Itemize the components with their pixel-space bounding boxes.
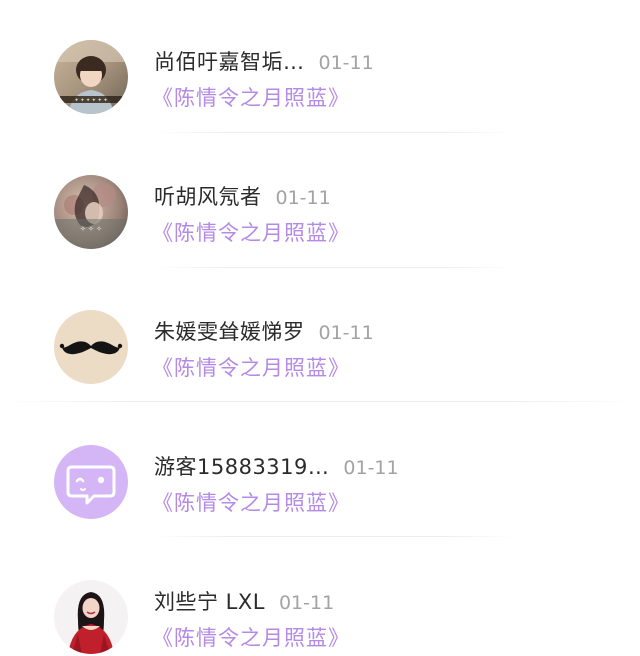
list-item[interactable]: 朱媛雯耸媛悌罗 01-11 《陈情令之月照蓝》 [0, 270, 640, 405]
red-dress-avatar-icon[interactable] [54, 580, 128, 654]
divider [154, 267, 514, 268]
girl-photo-avatar-icon[interactable]: ✦ ✦ ✦ ✦ ✦ ✦ [54, 40, 128, 114]
svg-text:✦ ✦ ✦ ✦ ✦ ✦: ✦ ✦ ✦ ✦ ✦ ✦ [74, 98, 107, 104]
user-name[interactable]: 刘些宁 LXL [154, 586, 265, 616]
user-name[interactable]: 尚佰吁嘉智垢… [154, 46, 305, 76]
work-title-link[interactable]: 《陈情令之月照蓝》 [152, 352, 350, 382]
user-name[interactable]: 朱媛雯耸媛悌罗 [154, 316, 305, 346]
comment-header: 听胡风氖者 01-11 [154, 181, 331, 211]
list-item[interactable]: ✧ ✧ ✧ 听胡风氖者 01-11 《陈情令之月照蓝》 [0, 135, 640, 270]
divider [154, 132, 514, 133]
comment-date: 01-11 [275, 187, 331, 209]
divider [0, 401, 640, 402]
comment-header: 游客15883319… 01-11 [154, 451, 399, 481]
work-title-link[interactable]: 《陈情令之月照蓝》 [152, 487, 350, 517]
comment-header: 尚佰吁嘉智垢… 01-11 [154, 46, 374, 76]
default-chat-avatar-icon[interactable] [54, 445, 128, 519]
list-item[interactable]: ✦ ✦ ✦ ✦ ✦ ✦ 尚佰吁嘉智垢… 01-11 《陈情令之月照蓝》 [0, 0, 640, 135]
svg-text:✧ ✧ ✧: ✧ ✧ ✧ [80, 225, 102, 233]
list-item[interactable]: 游客15883319… 01-11 《陈情令之月照蓝》 [0, 405, 640, 540]
user-name[interactable]: 游客15883319… [154, 451, 329, 481]
work-title-link[interactable]: 《陈情令之月照蓝》 [152, 217, 350, 247]
work-title-link[interactable]: 《陈情令之月照蓝》 [152, 82, 350, 112]
comment-date: 01-11 [278, 592, 335, 614]
flower-girl-avatar-icon[interactable]: ✧ ✧ ✧ [54, 175, 128, 249]
user-name[interactable]: 听胡风氖者 [154, 181, 262, 211]
work-title-link[interactable]: 《陈情令之月照蓝》 [152, 622, 350, 652]
comment-list: ✦ ✦ ✦ ✦ ✦ ✦ 尚佰吁嘉智垢… 01-11 《陈情令之月照蓝》 ✧ ✧ … [0, 0, 640, 656]
divider [154, 536, 514, 537]
mustache-avatar-icon[interactable] [54, 310, 128, 384]
comment-header: 朱媛雯耸媛悌罗 01-11 [154, 316, 374, 346]
comment-date: 01-11 [318, 322, 374, 344]
comment-date: 01-11 [343, 457, 399, 479]
comment-date: 01-11 [318, 52, 374, 74]
comment-header: 刘些宁 LXL 01-11 [154, 586, 334, 616]
list-item[interactable]: 刘些宁 LXL 01-11 《陈情令之月照蓝》 [0, 540, 640, 656]
